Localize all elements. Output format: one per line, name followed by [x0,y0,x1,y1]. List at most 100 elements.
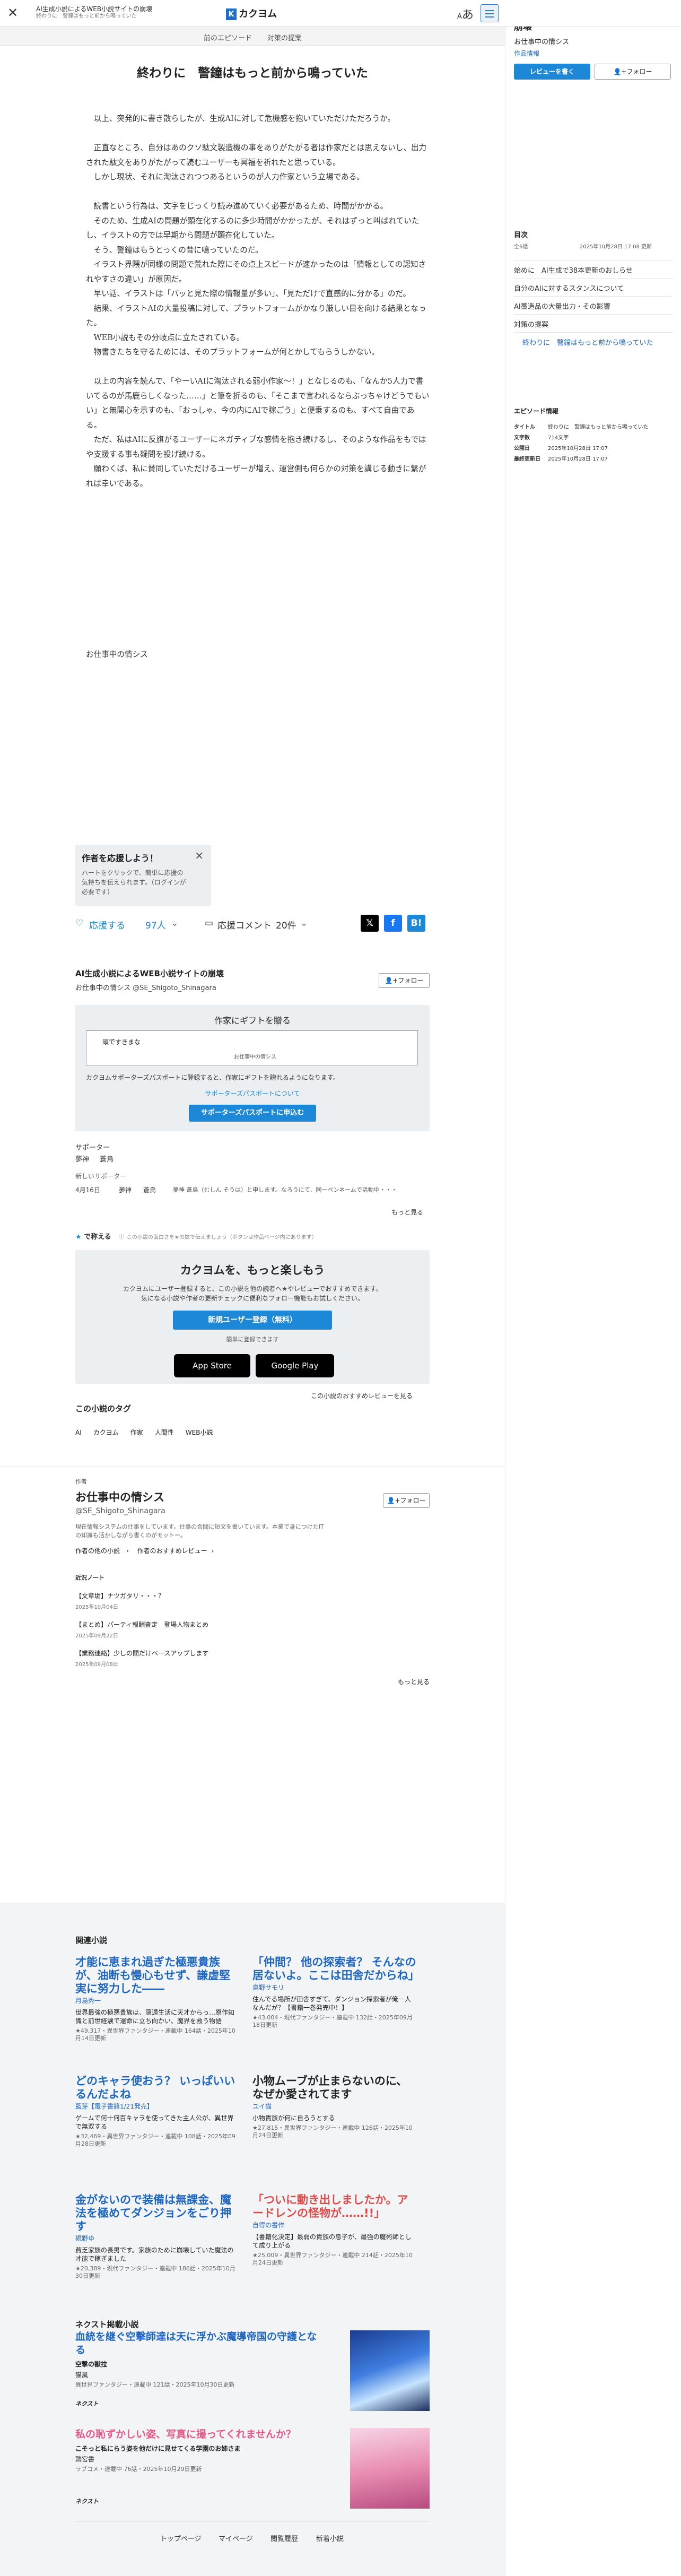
font-toggle-icon[interactable]: Aあ [457,5,474,22]
related-title[interactable]: 小物ムーブが止まらないのに、なぜか愛されてます [252,2075,417,2101]
next-novel-title[interactable]: 私の恥ずかしい姿、写真に撮ってくれませんか？ [75,2428,325,2441]
review-hint: ★ で称える ⓘ この小説の面白さを★の数で伝えましょう（ボタンは作品ページ内に… [75,1233,317,1241]
footer-link[interactable]: 新着小説 [316,2533,344,2543]
chevron-down-icon: ⌄ [171,918,179,929]
review-button[interactable]: レビューを書く [514,64,590,80]
related-card[interactable]: 「仲間？ 他の探索者？ そんなの居ないよ。ここは田舎だからね」 鳥野サモリ 住んでる… [252,1956,420,2029]
comment-icon[interactable]: ▭ [205,918,213,929]
related-author[interactable]: 硯野ゆ [75,2234,240,2243]
follow-button[interactable]: 👤+フォロー [379,973,430,988]
sidebar-author[interactable]: お仕事中の情シス [514,36,569,46]
info-icon: ⓘ [119,1235,125,1241]
close-icon[interactable]: ✕ [7,5,18,20]
other-novels-link[interactable]: 作者の他の小説 [75,1547,120,1555]
footer-link[interactable]: マイページ [219,2533,253,2543]
related-card[interactable]: どのキャラ使おう？ いっぱいいるんだよね 藍芽【電子書籍1/21発売】 ゲームで何十… [75,2075,240,2148]
toc-item[interactable]: 始めに AI生成で38本更新のおしらせ [514,260,673,275]
writer-follow-button[interactable]: 👤+フォロー [383,1493,430,1508]
prev-episode-link[interactable]: 前のエピソード [204,32,252,42]
next-novel-card[interactable]: 私の恥ずかしい姿、写真に撮ってくれませんか？ こそっと私にらう姿を他だけに見せて… [75,2428,430,2509]
author-box-novel-title[interactable]: AI生成小説によるWEB小説サイトの崩壊 [75,968,430,979]
next-novel-card[interactable]: 血統を継ぐ空擊師達は天に浮かぶ魔導帝国の守護となる 空撃の獣拉 猫風 異世界ファ… [75,2330,430,2411]
related-author[interactable]: 月島秀一 [75,1997,240,2005]
note-item[interactable]: 【まとめ】パーティ報酬査定 登場人物まとめ 2025年09月22日 [75,1620,430,1639]
cheer-button[interactable]: 応援する [89,918,125,931]
note-title[interactable]: 【まとめ】パーティ報酬査定 登場人物まとめ [75,1620,430,1629]
body-paragraph: そう、警鐘はもうとっくの昔に鳴っていたのだ。 [86,245,263,255]
related-author[interactable]: 鳥野サモリ [252,1983,417,1992]
toc-item[interactable]: AI藁造品の大量出力・その影響 [514,296,673,311]
body-paragraph [86,185,430,200]
app-store-badge[interactable]: App Store [174,1354,250,1377]
related-title[interactable]: 「ついに動き出しましたか。アードレンの怪物が……!!」 [252,2193,417,2220]
tag-link[interactable]: AI [75,1429,82,1436]
related-author[interactable]: 自得の書作 [252,2221,417,2230]
google-play-badge[interactable]: Google Play [256,1354,334,1377]
comment-button[interactable]: 応援コメント [217,918,272,931]
related-author[interactable]: ユイ猫 [252,2102,417,2111]
new-supporter-label: 新しいサポーター [75,1173,127,1180]
next-novel-title[interactable]: 血統を継ぐ空擊師達は天に浮かぶ魔導帝国の守護となる [75,2330,325,2357]
supporter-message: 夢神 蒼烏（むしん そうは）と申します。なろうにて、同一ペンネームで活動中・・・ [173,1186,397,1193]
related-title[interactable]: どのキャラ使おう？ いっぱいいるんだよね [75,2075,240,2101]
note-item[interactable]: 【業務連絡】少しの間だけペースアップします 2025年09月08日 [75,1649,430,1668]
heart-icon[interactable]: ♡ [75,918,83,929]
x-share-icon[interactable]: 𝕏 [361,915,379,932]
footer-link[interactable]: トップページ [160,2533,202,2543]
related-section: 関連小説 才能に恵まれ過ぎた極悪貴族が、油断も慢心もせず、謙虚堅実に努力した――… [0,1903,505,2576]
related-card[interactable]: 金がないので装備は無課金、魔法を極めてダンジョンをごり押す 硯野ゆ 貧乏家族の長男で… [75,2193,240,2280]
facebook-share-icon[interactable]: f [384,915,402,932]
supporter-name[interactable]: 夢神 [75,1153,89,1164]
related-title[interactable]: 金がないので装備は無課金、魔法を極めてダンジョンをごり押す [75,2193,240,2233]
toc-item[interactable]: 対策の提案 [514,314,673,329]
supporter-name[interactable]: 蒼烏 [100,1153,114,1164]
related-title[interactable]: 「仲間？ 他の探索者？ そんなの居ないよ。ここは田舎だからね」 [252,1956,420,1982]
prev-episode-title[interactable]: 対策の提案 [267,32,302,42]
close-icon[interactable]: × [195,849,204,862]
sidebar: AI生成小説によるWEB小説サイトの崩壊 お仕事中の情シス 作品情報 レビューを… [505,0,681,2576]
tag-link[interactable]: 作家 [130,1429,143,1436]
sidebar-follow-button[interactable]: 👤+フォロー [595,64,671,80]
tag-link[interactable]: 人間性 [155,1429,174,1436]
tooltip-text: ハートをクリックで、簡単に応援の気持ちを伝えられます。（ログインが必要です） [82,869,186,896]
cover-image[interactable] [350,2428,430,2509]
logo[interactable]: K カクヨム [226,6,277,20]
note-item[interactable]: 【文章垢】ナツガタリ・・・？ 2025年10月04日 [75,1591,430,1610]
note-title[interactable]: 【業務連絡】少しの間だけペースアップします [75,1649,430,1658]
related-card[interactable]: 小物ムーブが止まらないのに、なぜか愛されてます ユイ猫 小物貴族が何に自ろうとする ★… [252,2075,417,2139]
gift-link[interactable]: サポーターズパスポートについて [75,1089,430,1098]
more-link[interactable]: もっと見る [75,1677,430,1686]
toc-item[interactable]: 終わりに 警鐘はもっと前から鳴っていた [514,332,673,347]
writer-name[interactable]: お仕事中の情シス [75,1489,430,1505]
tag-link[interactable]: WEB小説 [186,1429,213,1436]
chevron-right-icon: › [126,1547,129,1555]
cheer-count[interactable]: 97人 [145,918,166,931]
footer-link[interactable]: 閲覧履歴 [270,2533,298,2543]
writer-id[interactable]: @SE_Shigoto_Shinagara [75,1507,430,1515]
tag-link[interactable]: カクヨム [93,1429,119,1436]
episode-info-value: 終わりに 警鐘はもっと前から鳴っていた [548,424,649,430]
body-paragraph: ただ、私はAIに反旗がるユーザーにネガティブな感情を抱き続けるし、そのような作品… [86,435,426,459]
cover-image[interactable] [350,2330,430,2411]
author-box-author[interactable]: お仕事中の情シス @SE_Shigoto_Shinagara [75,982,430,992]
supporters-button[interactable]: サポーターズパスポートに申込む [189,1105,316,1122]
related-meta: ★25,009・異世界ファンタジー・連載中 214話・2025年10月24日更新 [252,2252,413,2266]
related-title[interactable]: 才能に恵まれ過ぎた極悪貴族が、油断も慢心もせず、謙虚堅実に努力した―― [75,1956,240,1996]
related-card[interactable]: 「ついに動き出しましたか。アードレンの怪物が……!!」 自得の書作 【書籍化決定】最… [252,2193,417,2267]
writer-reviews-link[interactable]: 作者のおすすめレビュー [137,1547,207,1555]
related-author[interactable]: 藍芽【電子書籍1/21発売】 [75,2102,240,2111]
work-info-link[interactable]: 作品情報 [514,49,539,58]
signup-button[interactable]: 新規ユーザー登録（無料） [173,1311,332,1330]
menu-icon[interactable] [481,4,499,22]
note-title[interactable]: 【文章垢】ナツガタリ・・・？ [75,1591,430,1600]
more-link[interactable]: もっと見る [391,1208,423,1217]
toc-item[interactable]: 自分のAIに対するスタンスについて [514,278,673,293]
related-card[interactable]: 才能に恵まれ過ぎた極悪貴族が、油断も慢心もせず、謙虚堅実に努力した―― 月島秀一世… [75,1956,240,2042]
hatena-share-icon[interactable]: B! [407,915,425,932]
supporter-user[interactable]: 蒼烏 [143,1185,156,1194]
comment-count[interactable]: 20件 [276,918,296,931]
episode-info-value: 2025年10月28日 17:07 [548,446,608,452]
main-column: 前のエピソード 対策の提案 終わりに 警鐘はもっと前から鳴っていた 以上、突発的… [0,0,505,2576]
supporter-user[interactable]: 夢神 [119,1185,132,1194]
header-title[interactable]: AI生成小説によるWEB小説サイトの崩壊 終わりに 警鐘はもっと前から鳴っていた [36,5,174,20]
